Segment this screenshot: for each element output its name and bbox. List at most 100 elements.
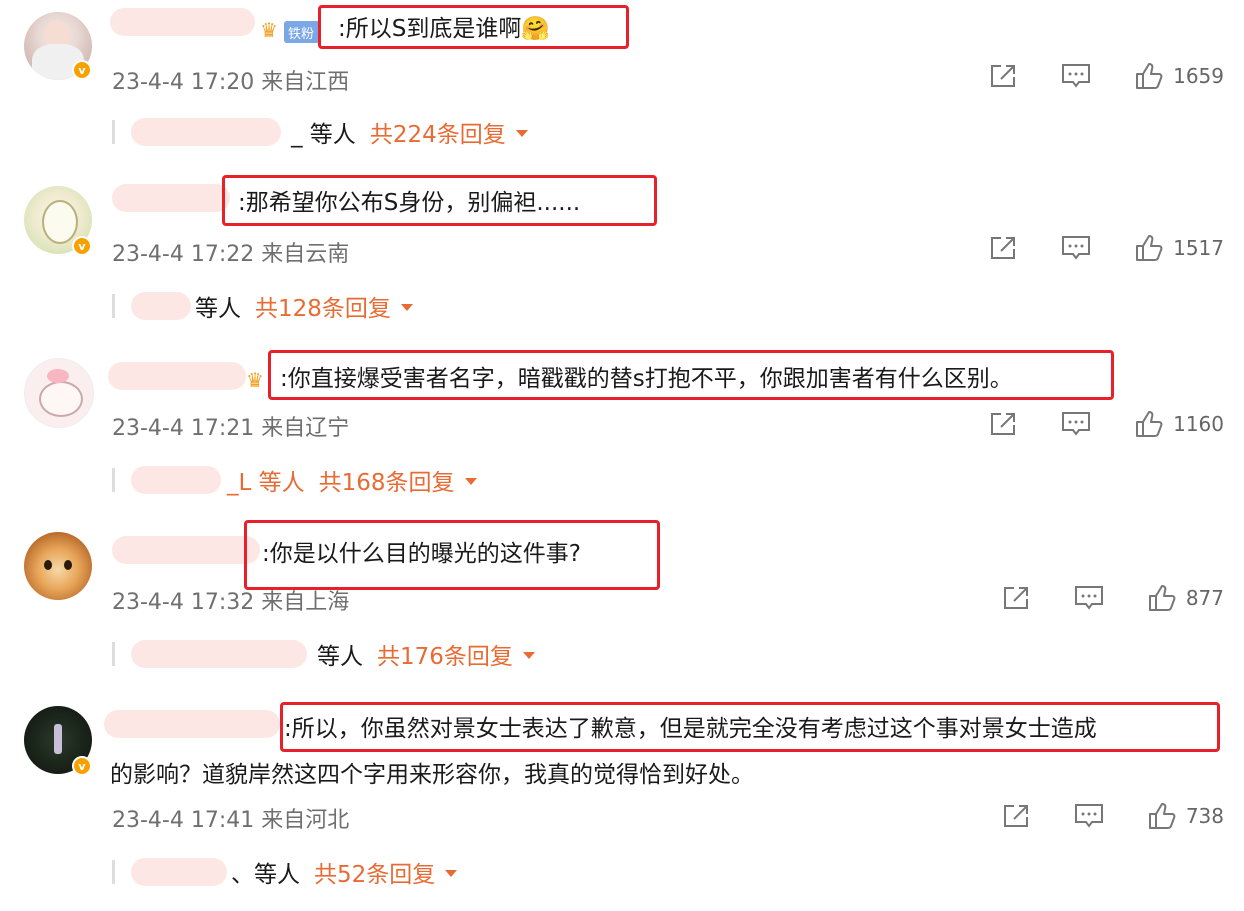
comment-text: :那希望你公布S身份，别偏袒...... xyxy=(238,190,581,216)
like-icon xyxy=(1136,63,1163,89)
share-button[interactable] xyxy=(1002,585,1030,611)
comment-button[interactable] xyxy=(1061,411,1091,437)
like-icon xyxy=(1148,803,1176,829)
avatar[interactable] xyxy=(24,532,92,600)
like-button[interactable]: 1160 xyxy=(1135,410,1224,438)
verified-badge-icon: v xyxy=(72,756,92,776)
reply-summary[interactable]: _L 等人 共168条回复 xyxy=(112,464,477,496)
comment-button[interactable] xyxy=(1061,63,1091,89)
verified-badge-icon: v xyxy=(72,236,92,256)
reply-divider xyxy=(112,120,115,144)
comment-meta: 23-4-4 17:21 来自辽宁 xyxy=(112,416,350,441)
reply-divider xyxy=(112,294,115,318)
avatar[interactable] xyxy=(24,358,94,428)
like-button[interactable]: 877 xyxy=(1148,584,1224,612)
chevron-down-icon[interactable] xyxy=(464,477,477,485)
reply-count-link[interactable]: 共176条回复 xyxy=(377,637,513,671)
chevron-down-icon[interactable] xyxy=(400,303,413,311)
reply-count-link[interactable]: 共224条回复 xyxy=(370,115,506,149)
reply-who: 、等人 xyxy=(231,862,300,888)
like-count: 1659 xyxy=(1173,64,1224,88)
reply-usernames-redacted xyxy=(131,292,191,320)
username-redacted[interactable] xyxy=(108,362,246,390)
reply-who: 等人 xyxy=(317,644,363,670)
reply-divider xyxy=(112,468,115,492)
comment-text: :你直接爆受害者名字，暗戳戳的替s打抱不平，你跟加害者有什么区别。 xyxy=(280,366,1013,392)
reply-divider xyxy=(112,642,115,666)
share-icon xyxy=(1003,805,1028,827)
comment-item: v ♛ 铁粉 :所以S到底是谁啊🤗 23-4-4 17:20 来自江西 1659… xyxy=(0,0,1244,170)
reply-who: _ 等人 xyxy=(291,122,356,148)
comment-text-continued: 的影响？道貌岸然这四个字用来形容你，我真的觉得恰到好处。 xyxy=(110,762,754,788)
comment-button[interactable] xyxy=(1074,585,1104,611)
comment-actions: 1517 xyxy=(945,234,1224,262)
chevron-down-icon[interactable] xyxy=(515,129,528,137)
comment-meta: 23-4-4 17:32 来自上海 xyxy=(112,590,350,615)
comment-meta: 23-4-4 17:41 来自河北 xyxy=(112,808,350,833)
crown-icon: ♛ xyxy=(246,368,264,392)
reply-divider xyxy=(112,860,115,884)
reply-who: _L 等人 xyxy=(227,470,305,496)
comment-icon xyxy=(1062,412,1091,436)
comment-text: :你是以什么目的曝光的这件事? xyxy=(262,541,581,567)
comment-icon xyxy=(1062,64,1091,88)
comment-actions: 1160 xyxy=(945,410,1224,438)
comment-actions: 1659 xyxy=(945,62,1224,90)
comment-icon xyxy=(1062,236,1091,260)
share-icon xyxy=(991,237,1016,259)
reply-count-link[interactable]: 共52条回复 xyxy=(314,855,435,889)
comment-actions: 738 xyxy=(958,802,1224,830)
like-icon xyxy=(1136,411,1163,437)
reply-who: 等人 xyxy=(195,296,241,322)
reply-summary[interactable]: _ 等人 共224条回复 xyxy=(112,116,528,148)
comment-button[interactable] xyxy=(1061,235,1091,261)
comment-meta: 23-4-4 17:22 来自云南 xyxy=(112,242,350,267)
share-icon xyxy=(1003,587,1028,609)
comment-item: v :那希望你公布S身份，别偏袒...... 23-4-4 17:22 来自云南… xyxy=(0,170,1244,340)
share-icon xyxy=(991,65,1016,87)
reply-summary[interactable]: 等人 共176条回复 xyxy=(112,638,535,670)
username-redacted[interactable] xyxy=(112,536,260,564)
reply-count-link[interactable]: 共128条回复 xyxy=(255,289,391,323)
comment-icon xyxy=(1074,586,1103,610)
comment-icon xyxy=(1074,804,1103,828)
comment-item: v :所以，你虽然对景女士表达了歉意，但是就完全没有考虑过这个事对景女士造成 的… xyxy=(0,680,1244,911)
share-button[interactable] xyxy=(1002,803,1030,829)
verified-badge-icon: v xyxy=(72,60,92,80)
like-button[interactable]: 1659 xyxy=(1135,62,1224,90)
reply-summary[interactable]: 、等人 共52条回复 xyxy=(112,855,458,889)
comment-text: :所以S到底是谁啊🤗 xyxy=(338,16,550,42)
like-icon xyxy=(1148,585,1176,611)
like-count: 1517 xyxy=(1173,236,1224,260)
comment-meta: 23-4-4 17:20 来自江西 xyxy=(112,70,350,95)
comment-text: :所以，你虽然对景女士表达了歉意，但是就完全没有考虑过这个事对景女士造成 xyxy=(284,716,1097,742)
username-redacted[interactable] xyxy=(104,710,280,738)
fan-badge: 铁粉 xyxy=(284,21,321,43)
comment-item: ♛ :你直接爆受害者名字，暗戳戳的替s打抱不平，你跟加害者有什么区别。 23-4… xyxy=(0,340,1244,510)
crown-icon: ♛ xyxy=(260,18,278,42)
username-redacted[interactable] xyxy=(110,8,255,36)
chevron-down-icon[interactable] xyxy=(522,651,535,659)
like-button[interactable]: 738 xyxy=(1148,802,1224,830)
emoji-icon: 🤗 xyxy=(521,16,550,42)
like-button[interactable]: 1517 xyxy=(1135,234,1224,262)
comment-button[interactable] xyxy=(1074,803,1104,829)
username-redacted[interactable] xyxy=(112,184,230,212)
share-button[interactable] xyxy=(989,235,1017,261)
comment-item: :你是以什么目的曝光的这件事? 23-4-4 17:32 来自上海 877 等人… xyxy=(0,510,1244,680)
like-count: 877 xyxy=(1185,586,1224,610)
share-button[interactable] xyxy=(989,63,1017,89)
reply-usernames-redacted xyxy=(131,858,227,886)
reply-usernames-redacted xyxy=(131,466,221,494)
share-icon xyxy=(991,413,1016,435)
comment-actions: 877 xyxy=(958,584,1224,612)
like-icon xyxy=(1136,235,1163,261)
reply-summary[interactable]: 等人 共128条回复 xyxy=(112,290,413,322)
reply-count-link[interactable]: 共168条回复 xyxy=(319,463,455,497)
share-button[interactable] xyxy=(989,411,1017,437)
reply-usernames-redacted xyxy=(131,118,281,146)
like-count: 1160 xyxy=(1173,412,1224,436)
reply-usernames-redacted xyxy=(131,640,307,668)
like-count: 738 xyxy=(1185,804,1224,828)
chevron-down-icon[interactable] xyxy=(445,869,458,877)
